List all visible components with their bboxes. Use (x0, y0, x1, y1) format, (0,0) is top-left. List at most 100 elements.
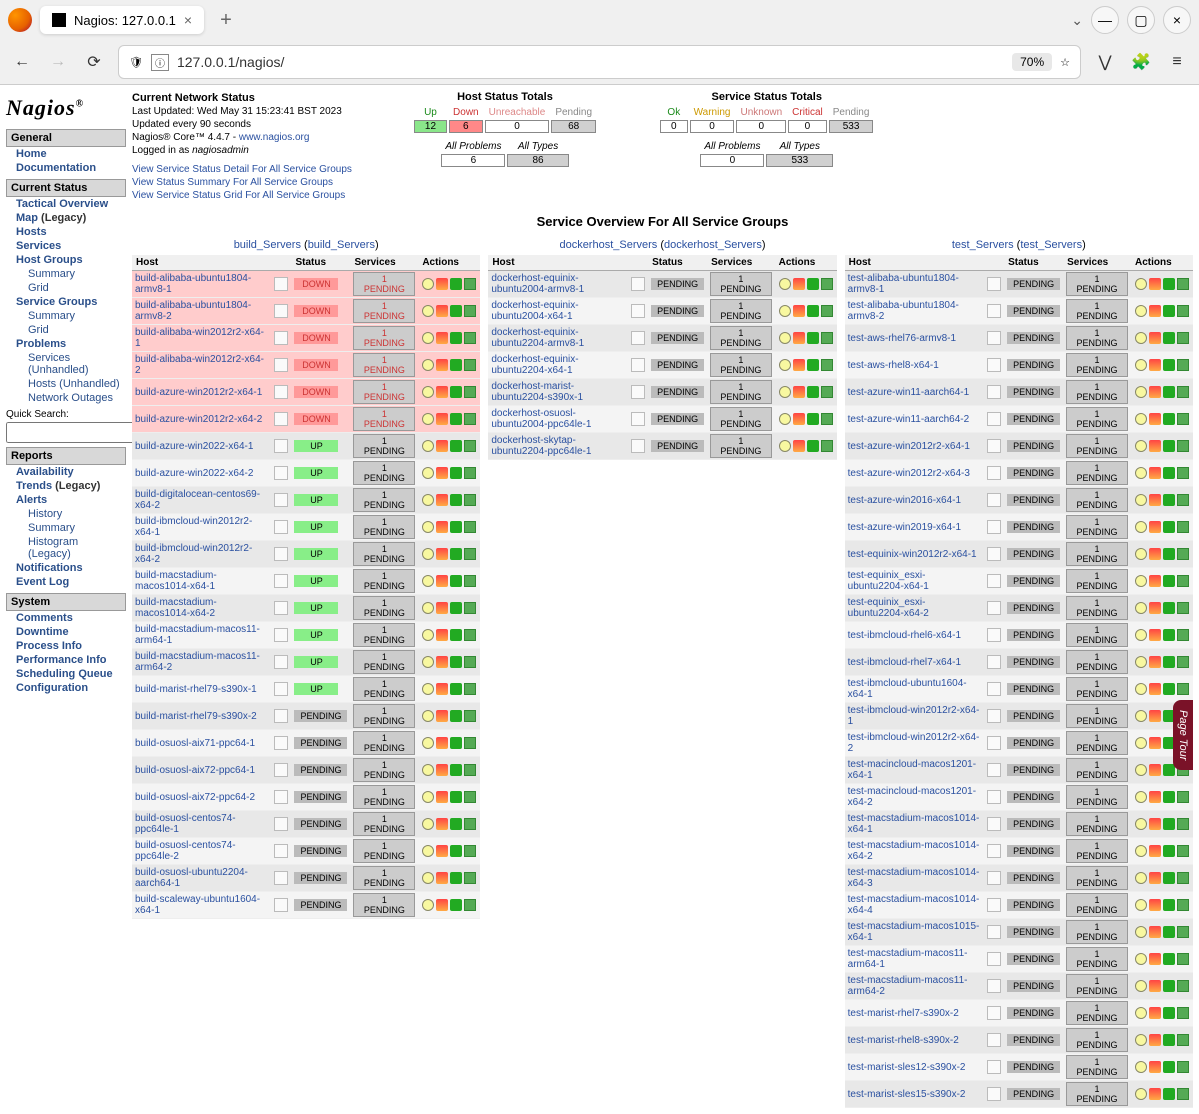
service-badge[interactable]: 1 PENDING (1066, 488, 1128, 512)
service-badge[interactable]: 1 PENDING (1066, 272, 1128, 296)
sidebar-item[interactable]: Summary (6, 267, 126, 281)
service-badge[interactable]: 1 PENDING (353, 407, 415, 431)
service-badge[interactable]: 1 PENDING (353, 542, 415, 566)
service-badge[interactable]: 1 PENDING (1066, 704, 1128, 728)
nagios-org-link[interactable]: www.nagios.org (239, 132, 310, 143)
action-green-icon[interactable] (450, 440, 462, 452)
action-search-icon[interactable] (422, 494, 434, 506)
service-badge[interactable]: 1 PENDING (710, 380, 772, 404)
host-link[interactable]: test-ibmcloud-win2012r2-x64-2 (848, 732, 980, 754)
action-green-icon[interactable] (1163, 494, 1175, 506)
action-green-icon[interactable] (450, 818, 462, 830)
action-nuke-icon[interactable] (1149, 602, 1161, 614)
action-search-icon[interactable] (1135, 494, 1147, 506)
action-nuke-icon[interactable] (1149, 278, 1161, 290)
sidebar-item[interactable]: Process Info (6, 639, 126, 653)
close-window-button[interactable]: × (1163, 6, 1191, 34)
action-search-icon[interactable] (422, 413, 434, 425)
action-search-icon[interactable] (779, 278, 791, 290)
action-green-icon[interactable] (450, 305, 462, 317)
action-tree-icon[interactable] (464, 764, 476, 776)
action-nuke-icon[interactable] (436, 413, 448, 425)
service-badge[interactable]: 1 PENDING (353, 569, 415, 593)
sidebar-item[interactable]: Alerts (6, 493, 126, 507)
action-nuke-icon[interactable] (436, 548, 448, 560)
page-info-icon[interactable]: ⓘ (151, 54, 169, 71)
action-green-icon[interactable] (450, 899, 462, 911)
action-search-icon[interactable] (422, 737, 434, 749)
host-link[interactable]: build-azure-win2012r2-x64-1 (135, 387, 262, 398)
action-search-icon[interactable] (422, 818, 434, 830)
action-nuke-icon[interactable] (1149, 359, 1161, 371)
action-search-icon[interactable] (422, 305, 434, 317)
reload-button[interactable]: ⟳ (82, 52, 106, 72)
action-nuke-icon[interactable] (1149, 710, 1161, 722)
host-link[interactable]: build-scaleway-ubuntu1604-x64-1 (135, 894, 260, 916)
host-link[interactable]: test-equinix_esxi-ubuntu2204-x64-2 (848, 597, 929, 619)
action-green-icon[interactable] (450, 521, 462, 533)
action-tree-icon[interactable] (464, 305, 476, 317)
host-link[interactable]: build-marist-rhel79-s390x-1 (135, 684, 257, 695)
group-title-link[interactable]: build_Servers (234, 239, 301, 251)
service-badge[interactable]: 1 PENDING (1066, 299, 1128, 323)
action-search-icon[interactable] (422, 359, 434, 371)
host-link[interactable]: test-macstadium-macos1014-x64-4 (848, 894, 980, 916)
action-nuke-icon[interactable] (436, 575, 448, 587)
shield-icon[interactable]: 🛡 (129, 56, 143, 69)
action-tree-icon[interactable] (464, 845, 476, 857)
action-nuke-icon[interactable] (436, 818, 448, 830)
action-nuke-icon[interactable] (436, 440, 448, 452)
action-search-icon[interactable] (422, 656, 434, 668)
action-green-icon[interactable] (1163, 818, 1175, 830)
action-tree-icon[interactable] (464, 278, 476, 290)
host-link[interactable]: dockerhost-osuosl-ubuntu2004-ppc64le-1 (491, 408, 591, 430)
browser-tab[interactable]: Nagios: 127.0.0.1 × (40, 6, 204, 34)
action-tree-icon[interactable] (1177, 413, 1189, 425)
sidebar-item[interactable]: Host Groups (6, 253, 126, 267)
action-search-icon[interactable] (422, 278, 434, 290)
service-badge[interactable]: 1 PENDING (1066, 650, 1128, 674)
action-search-icon[interactable] (1135, 764, 1147, 776)
host-link[interactable]: test-macstadium-macos1014-x64-2 (848, 840, 980, 862)
host-link[interactable]: dockerhost-skytap-ubuntu2204-ppc64le-1 (491, 435, 591, 457)
host-link[interactable]: dockerhost-equinix-ubuntu2004-x64-1 (491, 300, 578, 322)
host-link[interactable]: test-marist-sles15-s390x-2 (848, 1089, 966, 1100)
service-badge[interactable]: 1 PENDING (1066, 623, 1128, 647)
action-tree-icon[interactable] (1177, 359, 1189, 371)
action-tree-icon[interactable] (1177, 332, 1189, 344)
service-badge[interactable]: 1 PENDING (1066, 326, 1128, 350)
action-tree-icon[interactable] (1177, 1088, 1189, 1100)
sidebar-item[interactable]: Event Log (6, 575, 126, 589)
action-search-icon[interactable] (1135, 440, 1147, 452)
action-search-icon[interactable] (1135, 548, 1147, 560)
action-green-icon[interactable] (1163, 386, 1175, 398)
action-green-icon[interactable] (1163, 1088, 1175, 1100)
action-green-icon[interactable] (807, 386, 819, 398)
action-search-icon[interactable] (1135, 845, 1147, 857)
action-green-icon[interactable] (1163, 440, 1175, 452)
service-badge[interactable]: 1 PENDING (353, 866, 415, 890)
action-green-icon[interactable] (1163, 332, 1175, 344)
service-badge[interactable]: 1 PENDING (710, 299, 772, 323)
action-tree-icon[interactable] (1177, 980, 1189, 992)
host-pending-count[interactable]: 68 (551, 120, 596, 133)
sidebar-item[interactable]: Grid (6, 281, 126, 295)
sidebar-item[interactable]: Downtime (6, 625, 126, 639)
host-link[interactable]: build-azure-win2022-x64-2 (135, 468, 253, 479)
service-badge[interactable]: 1 PENDING (353, 596, 415, 620)
page-tour-button[interactable]: Page Tour (1173, 700, 1193, 770)
action-green-icon[interactable] (450, 710, 462, 722)
sidebar-item[interactable]: Home (6, 147, 126, 161)
service-badge[interactable]: 1 PENDING (1066, 380, 1128, 404)
action-nuke-icon[interactable] (436, 737, 448, 749)
service-badge[interactable]: 1 PENDING (710, 326, 772, 350)
action-nuke-icon[interactable] (1149, 656, 1161, 668)
action-nuke-icon[interactable] (793, 332, 805, 344)
action-green-icon[interactable] (450, 764, 462, 776)
action-tree-icon[interactable] (1177, 656, 1189, 668)
service-badge[interactable]: 1 PENDING (353, 326, 415, 350)
action-search-icon[interactable] (422, 467, 434, 479)
action-nuke-icon[interactable] (436, 683, 448, 695)
host-link[interactable]: test-macstadium-macos11-arm64-2 (848, 975, 968, 997)
sidebar-item[interactable]: Histogram (Legacy) (6, 535, 126, 561)
